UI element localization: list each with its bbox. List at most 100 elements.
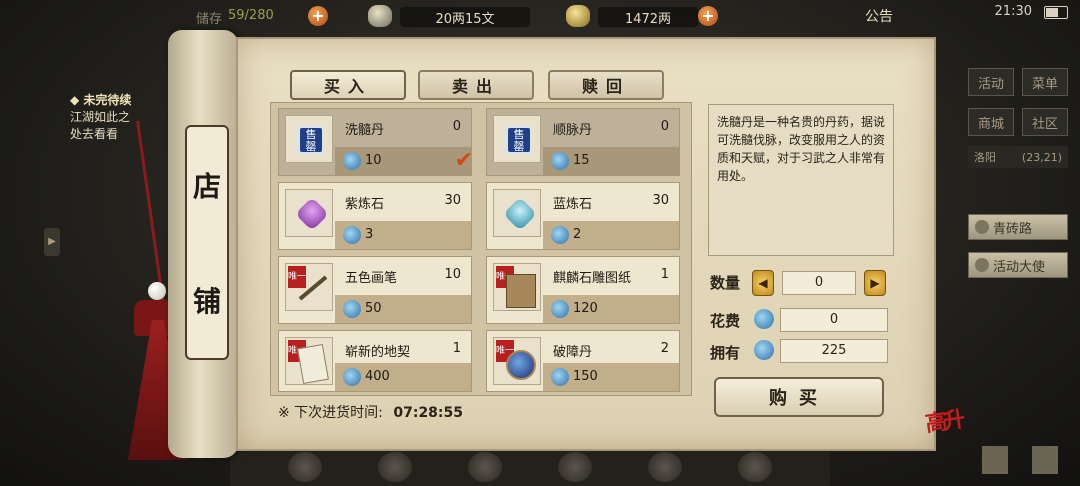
- gold-ingot-icon: [566, 5, 590, 27]
- item-name: 崭新的地契: [345, 345, 411, 360]
- expand-panel-arrow-icon[interactable]: ▶: [44, 228, 60, 256]
- item-name: 蓝炼石: [553, 197, 593, 212]
- task-button-brick-road[interactable]: 青砖路: [968, 214, 1068, 240]
- deed-paper-icon: [297, 344, 329, 384]
- right-bottom-tab-icon[interactable]: [982, 446, 1008, 474]
- task-button-event-ambassador[interactable]: 活动大使: [968, 252, 1068, 278]
- jade-coin-icon: [343, 152, 361, 170]
- silver-money: 20两15文: [400, 7, 530, 27]
- jade-coin-icon: [551, 368, 569, 386]
- cost-label: 花费: [710, 312, 741, 330]
- tab-sell[interactable]: 卖出: [418, 70, 534, 100]
- quantity-input[interactable]: 0: [782, 271, 856, 295]
- shop-item-pozhang-dan[interactable]: 唯一 破障丹 2 150: [486, 330, 680, 392]
- restock-timer: ※ 下次进货时间: 07:28:55: [278, 402, 463, 422]
- unique-tag: 唯一: [288, 266, 306, 288]
- item-price: 50: [365, 301, 382, 316]
- item-thumbnail: 唯一: [285, 337, 333, 385]
- item-name: 洗髓丹: [345, 123, 385, 138]
- quest-line: 江湖如此之: [70, 110, 131, 124]
- shop-item-five-color-brush[interactable]: 唯一 五色画笔 10 50: [278, 256, 472, 324]
- menu-button[interactable]: 菜单: [1022, 68, 1068, 96]
- add-storage-button[interactable]: +: [308, 6, 328, 26]
- cost-value: 0: [780, 308, 888, 332]
- tab-redeem[interactable]: 赎回: [548, 70, 664, 100]
- restock-time: 07:28:55: [393, 405, 464, 421]
- jade-coin-icon: [754, 340, 774, 360]
- jade-coin-icon: [754, 309, 774, 329]
- map-icon[interactable]: [738, 452, 772, 482]
- item-name: 五色画笔: [345, 271, 398, 286]
- purple-crystal-icon: [295, 197, 329, 231]
- pill-orb-icon: [506, 350, 536, 380]
- increase-quantity-button[interactable]: ▶: [864, 270, 886, 296]
- item-thumbnail: [285, 189, 333, 237]
- arts-icon[interactable]: [558, 452, 592, 482]
- location-name: 洛阳: [974, 151, 996, 164]
- storage-count: 59/280: [228, 8, 274, 23]
- formation-icon[interactable]: [468, 452, 502, 482]
- item-stock: 0: [660, 119, 669, 134]
- shop-title-char: 店: [192, 169, 221, 203]
- owned-value: 225: [780, 339, 888, 363]
- sold-out-badge: 售罄: [506, 126, 532, 154]
- shop-item-purple-stone[interactable]: 紫炼石 30 3: [278, 182, 472, 250]
- item-stock: 30: [652, 193, 669, 208]
- top-status-bar: 储存 59/280 + 20两15文 1472两 +: [190, 0, 1080, 34]
- jade-coin-icon: [551, 152, 569, 170]
- blue-crystal-icon: [503, 197, 537, 231]
- records-icon[interactable]: [648, 452, 682, 482]
- task-icon: [975, 220, 989, 234]
- item-thumbnail: [493, 189, 541, 237]
- item-stock: 1: [452, 341, 461, 356]
- right-bottom-tab-icon[interactable]: [1032, 446, 1058, 474]
- shop-item-shunmai-dan[interactable]: 售罄 顺脉丹 0 15: [486, 108, 680, 176]
- item-price: 3: [365, 227, 374, 242]
- add-gold-button[interactable]: +: [698, 6, 718, 26]
- item-stock: 1: [660, 267, 669, 282]
- shop-item-xisui-dan[interactable]: 售罄 洗髓丹 0 10 ✔: [278, 108, 473, 176]
- item-description: 洗髓丹是一种名贵的丹药，据说可洗髓伐脉，改变服用之人的资质和天赋，对于习武之人非…: [708, 104, 894, 256]
- buy-button[interactable]: 购买: [714, 377, 884, 417]
- item-thumbnail: 唯一: [493, 263, 541, 311]
- gold-money: 1472两: [598, 7, 698, 27]
- quest-tracker[interactable]: ◆ 未完待续 江湖如此之 处去看看: [70, 92, 131, 143]
- item-price: 400: [365, 369, 390, 384]
- shop-item-land-deed[interactable]: 唯一 崭新的地契 1 400: [278, 330, 472, 392]
- location-coords: (23,21): [1021, 150, 1062, 164]
- item-name: 紫炼石: [345, 197, 385, 212]
- jade-coin-icon: [343, 300, 361, 318]
- storage-label: 储存: [196, 12, 223, 27]
- inventory-icon[interactable]: [288, 452, 322, 482]
- shop-item-blue-stone[interactable]: 蓝炼石 30 2: [486, 182, 680, 250]
- selected-checkmark-icon: ✔: [454, 148, 473, 173]
- item-name: 破障丹: [553, 345, 593, 360]
- shop-item-qilin-blueprint[interactable]: 唯一 麒麟石雕图纸 1 120: [486, 256, 680, 324]
- tab-buy[interactable]: 买入: [290, 70, 406, 100]
- mall-button[interactable]: 商城: [968, 108, 1014, 136]
- location-display[interactable]: 洛阳 (23,21): [968, 146, 1068, 168]
- jade-coin-icon: [551, 300, 569, 318]
- item-price: 15: [573, 153, 590, 168]
- notice-button[interactable]: 公告: [865, 6, 893, 26]
- community-button[interactable]: 社区: [1022, 108, 1068, 136]
- decrease-quantity-button[interactable]: ◀: [752, 270, 774, 296]
- jade-coin-icon: [343, 368, 361, 386]
- quest-line: 处去看看: [70, 127, 119, 141]
- jade-coin-icon: [551, 226, 569, 244]
- shop-title-char: 铺: [192, 285, 221, 319]
- silver-ingot-icon: [368, 5, 392, 27]
- item-stock: 2: [660, 341, 669, 356]
- activity-button[interactable]: 活动: [968, 68, 1014, 96]
- skills-icon[interactable]: [378, 452, 412, 482]
- item-thumbnail: 售罄: [493, 115, 541, 163]
- item-name: 麒麟石雕图纸: [553, 271, 632, 286]
- jade-bead-icon: [148, 282, 166, 300]
- jade-coin-icon: [343, 226, 361, 244]
- task-label: 青砖路: [993, 221, 1033, 237]
- quest-title: ◆ 未完待续: [70, 93, 132, 107]
- system-clock: 21:30: [994, 4, 1032, 19]
- item-stock: 0: [452, 119, 461, 134]
- restock-label: ※ 下次进货时间:: [278, 405, 383, 421]
- item-stock: 10: [444, 267, 461, 282]
